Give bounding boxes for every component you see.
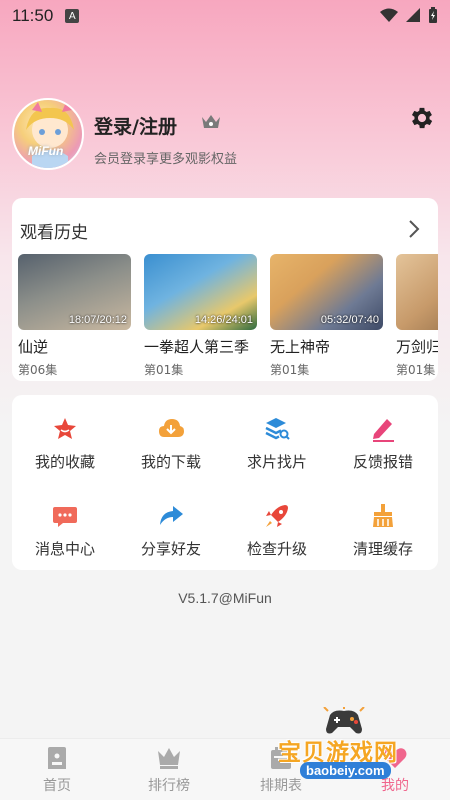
history-title: 一拳超人第三季: [144, 338, 250, 356]
watch-history-list: 18:07/20:12 仙逆 第06集 14:26/24:01 一拳超人第三季 …: [18, 254, 438, 379]
login-subtitle: 会员登录享更多观影权益: [94, 152, 238, 167]
menu-label: 反馈报错: [352, 453, 413, 471]
history-thumbnail: 18:07/20:12: [18, 254, 131, 330]
history-title: 仙逆: [18, 338, 49, 356]
watch-history-title: 观看历史: [20, 223, 88, 243]
menu-item-clear-cache[interactable]: 清理缓存: [330, 502, 436, 559]
search-layers-icon: [265, 418, 290, 440]
share-icon: [160, 506, 183, 525]
history-progress: 05:32/07:40: [320, 314, 379, 326]
watermark: 宝贝游戏网 baobeiy.com: [270, 705, 446, 785]
history-thumbnail: 05:32/07:40: [270, 254, 383, 330]
battery-icon: [429, 7, 437, 23]
menu-label: 我的下载: [140, 453, 201, 471]
history-title: 无上神帝: [270, 338, 331, 356]
avatar[interactable]: MiFun: [12, 98, 84, 170]
menu-item-share[interactable]: 分享好友: [118, 502, 224, 559]
nav-item-rankings[interactable]: 排行榜: [124, 745, 214, 795]
status-icons: [380, 7, 438, 23]
history-episode: 第01集: [144, 363, 184, 377]
login-register-link[interactable]: 登录/注册: [94, 112, 177, 139]
avatar-label: MiFun: [28, 144, 64, 158]
star-icon: [54, 418, 76, 439]
chevron-right-icon[interactable]: [408, 219, 420, 239]
menu-item-downloads[interactable]: 我的下载: [118, 415, 224, 472]
message-icon: [53, 507, 77, 527]
function-menu-card: 我的收藏 我的下载 求片找片 反馈报错 消息中心 分享好友 检查升级 清理缓存: [12, 395, 438, 570]
menu-item-update[interactable]: 检查升级: [224, 502, 330, 559]
history-episode: 第01集: [396, 363, 436, 377]
menu-label: 分享好友: [140, 540, 201, 558]
menu-label: 清理缓存: [352, 540, 413, 558]
status-indicator: A: [65, 9, 80, 23]
crown-icon: [158, 748, 180, 769]
history-item[interactable]: 05:32/07:40 无上神帝 第01集: [270, 254, 383, 378]
history-item[interactable]: 14:26/24:01 一拳超人第三季 第01集: [144, 254, 257, 378]
menu-label: 我的收藏: [34, 453, 95, 471]
history-thumbnail: [396, 254, 438, 330]
status-bar: 11:50 A: [0, 0, 450, 32]
function-menu-grid: 我的收藏 我的下载 求片找片 反馈报错 消息中心 分享好友 检查升级 清理缓存: [12, 395, 438, 570]
wifi-icon: [380, 8, 398, 22]
history-progress: 18:07/20:12: [68, 314, 127, 326]
menu-item-feedback[interactable]: 反馈报错: [330, 415, 436, 472]
nav-item-home[interactable]: 首页: [12, 745, 102, 795]
history-episode: 第01集: [270, 363, 310, 377]
nav-label: 排行榜: [148, 778, 190, 794]
watch-history-card: 观看历史 18:07/20:12 仙逆 第06集 14:26/24:01 一拳超…: [12, 198, 438, 381]
avatar-image: [26, 102, 74, 168]
profile-section: MiFun 登录/注册 会员登录享更多观影权益: [12, 98, 438, 174]
menu-item-favorites[interactable]: 我的收藏: [12, 415, 118, 472]
history-thumbnail: 14:26/24:01: [144, 254, 257, 330]
status-time: 11:50: [12, 6, 54, 25]
nav-label: 首页: [43, 778, 71, 794]
gear-icon[interactable]: [408, 104, 436, 132]
menu-item-messages[interactable]: 消息中心: [12, 502, 118, 559]
menu-item-request[interactable]: 求片找片: [224, 415, 330, 472]
history-progress: 14:26/24:01: [194, 314, 253, 326]
menu-label: 检查升级: [246, 540, 307, 558]
watermark-url: baobeiy.com: [300, 762, 391, 779]
download-icon: [159, 419, 184, 437]
history-item[interactable]: 18:07/20:12 仙逆 第06集: [18, 254, 131, 378]
broom-icon: [373, 504, 393, 527]
menu-label: 消息中心: [34, 540, 95, 558]
home-icon: [48, 747, 66, 769]
menu-label: 求片找片: [246, 453, 307, 471]
rocket-icon: [266, 505, 288, 527]
history-title: 万剑归宗: [396, 338, 438, 356]
edit-icon: [373, 419, 394, 442]
version-label: V5.1.7@MiFun: [178, 590, 272, 606]
history-item[interactable]: 万剑归宗 第01集: [396, 254, 438, 378]
vip-crown-icon: [202, 115, 220, 128]
history-episode: 第06集: [18, 363, 58, 377]
signal-icon: [406, 8, 420, 22]
